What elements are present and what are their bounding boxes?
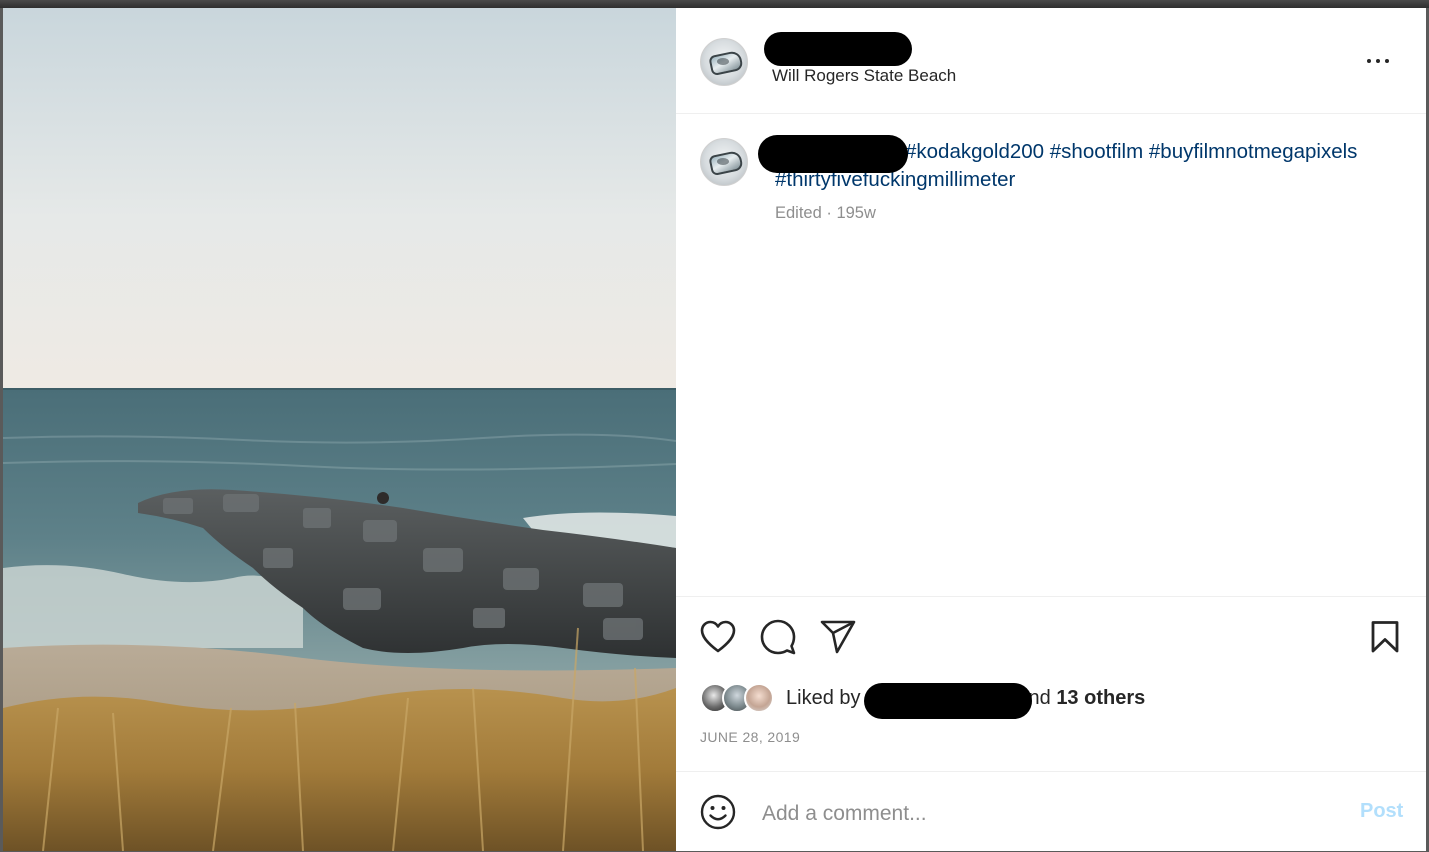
comment-bubble-icon [760,619,796,655]
heart-icon [700,620,736,653]
post-date[interactable]: JUNE 28, 2019 [700,729,800,745]
more-options-icon [1367,59,1371,63]
share-button[interactable] [818,617,858,657]
comment-input[interactable] [760,798,1324,830]
redacted-liker-name [864,683,1032,719]
post-modal: Will Rogers State Beach #kodakgold200 #s… [3,8,1426,851]
like-button[interactable] [698,617,738,657]
caption-hashtags-line1[interactable]: #kodakgold200 #shootfilm #buyfilmnotmega… [905,140,1357,163]
post-meta: Edited · 195w [775,204,876,222]
post-details-panel: Will Rogers State Beach #kodakgold200 #s… [676,8,1426,851]
liker-avatar[interactable] [744,683,774,713]
post-photo[interactable] [3,8,676,851]
likes-suffix: nd [1028,686,1051,709]
bookmark-icon [1371,621,1399,653]
post-comment-button[interactable]: Post [1360,800,1403,823]
likes-others-count[interactable]: 13 others [1056,687,1145,709]
beach-photo-image [3,8,676,851]
likes-prefix: Liked by [786,686,861,709]
paper-plane-icon [820,620,856,654]
caption-author-avatar[interactable] [700,138,748,186]
more-options-button[interactable] [1360,48,1396,74]
save-button[interactable] [1365,617,1405,657]
comment-button[interactable] [758,617,798,657]
redacted-username [764,32,912,66]
post-actions: Liked by nd 13 others JUNE 28, 2019 [676,596,1426,772]
post-location[interactable]: Will Rogers State Beach [772,66,956,86]
author-avatar[interactable] [700,38,748,86]
comment-bar: Post [676,771,1426,851]
redacted-caption-username [758,135,908,173]
emoji-button[interactable] [698,792,738,832]
smiley-icon [700,794,736,830]
post-header: Will Rogers State Beach [676,8,1426,114]
